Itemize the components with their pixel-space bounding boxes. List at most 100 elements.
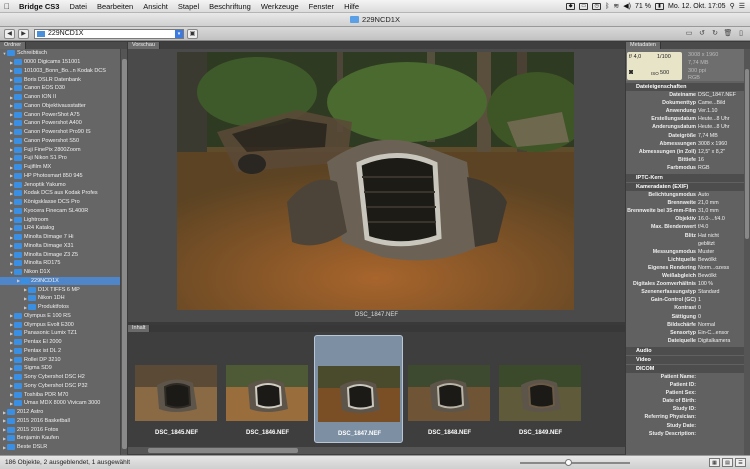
- folder-tree-item[interactable]: ▶ Canon Powershot S50: [0, 137, 120, 146]
- folder-tree-item[interactable]: ▶ Sony Cybershot DSC H2: [0, 373, 120, 382]
- tab-vorschau[interactable]: Vorschau: [128, 42, 160, 49]
- rotate-left-icon[interactable]: ↺: [697, 29, 707, 38]
- folder-tree-item[interactable]: ▶ Beste DSLR: [0, 443, 120, 452]
- metadata-section-header[interactable]: IPTC-Kern: [626, 174, 750, 182]
- folder-tree-item[interactable]: ▶ Canon PowerShot A75: [0, 110, 120, 119]
- dropbox-icon[interactable]: ◆: [566, 2, 576, 10]
- time-machine-icon[interactable]: ◷: [592, 2, 602, 10]
- folder-tree-item[interactable]: ▶ Canon Objektivausstatter: [0, 102, 120, 111]
- folder-tree-item[interactable]: ▶ Minolta RD175: [0, 259, 120, 268]
- back-button[interactable]: ◀: [4, 28, 15, 39]
- folder-tree-item[interactable]: ▼ Schreibtisch: [0, 49, 120, 58]
- folder-tree-item[interactable]: ▶ Lightroom: [0, 215, 120, 224]
- preview-image[interactable]: [177, 52, 574, 310]
- view-grid-button[interactable]: ▦: [709, 458, 720, 467]
- folder-tree-item[interactable]: ▶ 2015 2016 Fotos: [0, 425, 120, 434]
- folder-tree-item[interactable]: ▶ Panasonic Lumix TZ1: [0, 329, 120, 338]
- folder-tree-item[interactable]: ▶ 2015 2016 Basketball: [0, 417, 120, 426]
- chevron-down-icon[interactable]: ▾: [175, 29, 183, 38]
- folder-tree-item[interactable]: ▶ Fuji Nikon S1 Pro: [0, 154, 120, 163]
- folder-tree-item[interactable]: ▶ Boris DSLR Datenbank: [0, 75, 120, 84]
- metadata-section-header[interactable]: Video: [626, 355, 750, 364]
- trash-icon[interactable]: 🗑: [723, 29, 733, 38]
- folder-tree-item[interactable]: ▶ Produktfotos: [0, 303, 120, 312]
- metadata-value[interactable]: [698, 390, 744, 398]
- folder-tree-item[interactable]: ▶ Toshiba PDR M70: [0, 390, 120, 399]
- menu-bearbeiten[interactable]: Bearbeiten: [92, 2, 138, 11]
- folder-tree-item[interactable]: ▶ Minolta Dimage X31: [0, 242, 120, 251]
- thumbnail-size-slider[interactable]: [520, 459, 630, 466]
- folder-tree-item[interactable]: ▶ Fuji FinePix 2800Zoom: [0, 145, 120, 154]
- menu-app-name[interactable]: Bridge CS3: [14, 2, 64, 11]
- battery-icon[interactable]: ▮: [654, 2, 664, 10]
- scrollbar-thumb[interactable]: [122, 59, 127, 449]
- wifi-icon[interactable]: ≋: [613, 2, 619, 10]
- folder-tree-item[interactable]: ▶ 229NCD1X: [0, 276, 120, 286]
- metadata-section-header[interactable]: DICOM: [626, 364, 750, 373]
- notification-icon[interactable]: ☰: [739, 2, 745, 10]
- thumbnail-item[interactable]: DSC_1848.NEF: [405, 335, 494, 443]
- folder-tree-item[interactable]: ▶ Sigma SD9: [0, 364, 120, 373]
- tab-metadaten[interactable]: Metadaten: [626, 42, 661, 49]
- thumbnail-item[interactable]: DSC_1845.NEF: [132, 335, 221, 443]
- folder-tree-item[interactable]: ▶ Olympus E 100 RS: [0, 312, 120, 321]
- spotlight-icon[interactable]: ⚲: [730, 2, 735, 10]
- folder-tree-item[interactable]: ▶ Jenoptik Yakumo: [0, 180, 120, 189]
- folder-tree-item[interactable]: ▶ Olympus Evolt E300: [0, 320, 120, 329]
- tab-inhalt[interactable]: Inhalt: [128, 325, 151, 332]
- metadata-section-header[interactable]: Kameradaten (EXIF): [626, 183, 750, 191]
- folder-tree-item[interactable]: ▶ HP Photosmart 850 945: [0, 172, 120, 181]
- folder-tree-item[interactable]: ▶ Canon Powershot Pro90 IS: [0, 128, 120, 137]
- bluetooth-icon[interactable]: ᛒ: [605, 3, 609, 10]
- thumbnail-item[interactable]: DSC_1847.NEF: [314, 335, 403, 443]
- new-folder-icon[interactable]: ▭: [684, 29, 694, 38]
- folder-tree-item[interactable]: ▶ Minolta Dimage Z3 Z5: [0, 250, 120, 259]
- folder-tree-scrollbar[interactable]: [120, 49, 127, 455]
- folder-tree-item[interactable]: ▶ LR4 Katalog: [0, 224, 120, 233]
- volume-icon[interactable]: ◀): [623, 2, 631, 10]
- display-icon[interactable]: ▭: [579, 2, 589, 10]
- path-dropdown[interactable]: 229NCD1X ▾: [34, 28, 184, 39]
- folder-tree-item[interactable]: ▶ Königsklasse DCS Pro: [0, 198, 120, 207]
- folder-tree-item[interactable]: ▶ Kyocera Finecam SL400R: [0, 207, 120, 216]
- menu-ansicht[interactable]: Ansicht: [138, 2, 173, 11]
- folder-tree-item[interactable]: ▶ Pentax ist DL 2: [0, 347, 120, 356]
- folder-tree-item[interactable]: ▶ Canon Powershot A400: [0, 119, 120, 128]
- folder-tree-item[interactable]: ▶ Fujifilm MX: [0, 163, 120, 172]
- menu-clock[interactable]: Mo. 12. Okt. 17:05: [668, 3, 726, 10]
- metadata-section-header[interactable]: Dateieigenschaften: [626, 83, 750, 91]
- folder-tree-item[interactable]: ▶ Rollei DP 3210: [0, 355, 120, 364]
- metadata-scrollbar[interactable]: [744, 49, 750, 455]
- folder-tree-item[interactable]: ▶ Benjamin Kaufen: [0, 434, 120, 443]
- apple-menu-icon[interactable]: : [0, 2, 14, 11]
- menu-beschriftung[interactable]: Beschriftung: [204, 2, 256, 11]
- reveal-button[interactable]: ▣: [187, 28, 198, 39]
- view-details-button[interactable]: ☰: [735, 458, 746, 467]
- metadata-value[interactable]: [698, 374, 744, 382]
- metadata-section-header[interactable]: Audio: [626, 346, 750, 355]
- metadata-value[interactable]: [698, 382, 744, 390]
- rotate-right-icon[interactable]: ↻: [710, 29, 720, 38]
- metadata-value[interactable]: [698, 423, 744, 431]
- menu-stapel[interactable]: Stapel: [173, 2, 204, 11]
- metadata-value[interactable]: [698, 431, 744, 439]
- dock-icon[interactable]: ▯: [736, 29, 746, 38]
- scrollbar-thumb[interactable]: [148, 448, 298, 453]
- folder-tree-item[interactable]: ▶ Minolta Dimage 7 Hi: [0, 233, 120, 242]
- folder-tree-item[interactable]: ▶ Sony Cybershot DSC P32: [0, 382, 120, 391]
- folder-tree-item[interactable]: ▶ Nikon 1DH: [0, 294, 120, 303]
- menu-datei[interactable]: Datei: [64, 2, 92, 11]
- metadata-value[interactable]: [698, 398, 744, 406]
- folder-tree-item[interactable]: ▶ D1X TIFFS 6 MP: [0, 285, 120, 294]
- folder-tree-item[interactable]: ▶ Umax MDX 8000 Vivicam 3000: [0, 399, 120, 408]
- thumbnail-item[interactable]: DSC_1846.NEF: [223, 335, 312, 443]
- folder-tree-item[interactable]: ▶ 2012 Astro: [0, 408, 120, 417]
- scrollbar-thumb[interactable]: [745, 69, 749, 239]
- battery-percent[interactable]: 71 %: [635, 3, 651, 10]
- menu-hilfe[interactable]: Hilfe: [339, 2, 364, 11]
- folder-tree-item[interactable]: ▶ Pentax EI 2000: [0, 338, 120, 347]
- folder-tree-item[interactable]: ▶ 0000 Digicams 151001: [0, 58, 120, 67]
- thumbnail-item[interactable]: DSC_1849.NEF: [496, 335, 585, 443]
- metadata-value[interactable]: [698, 414, 744, 422]
- metadata-value[interactable]: [698, 406, 744, 414]
